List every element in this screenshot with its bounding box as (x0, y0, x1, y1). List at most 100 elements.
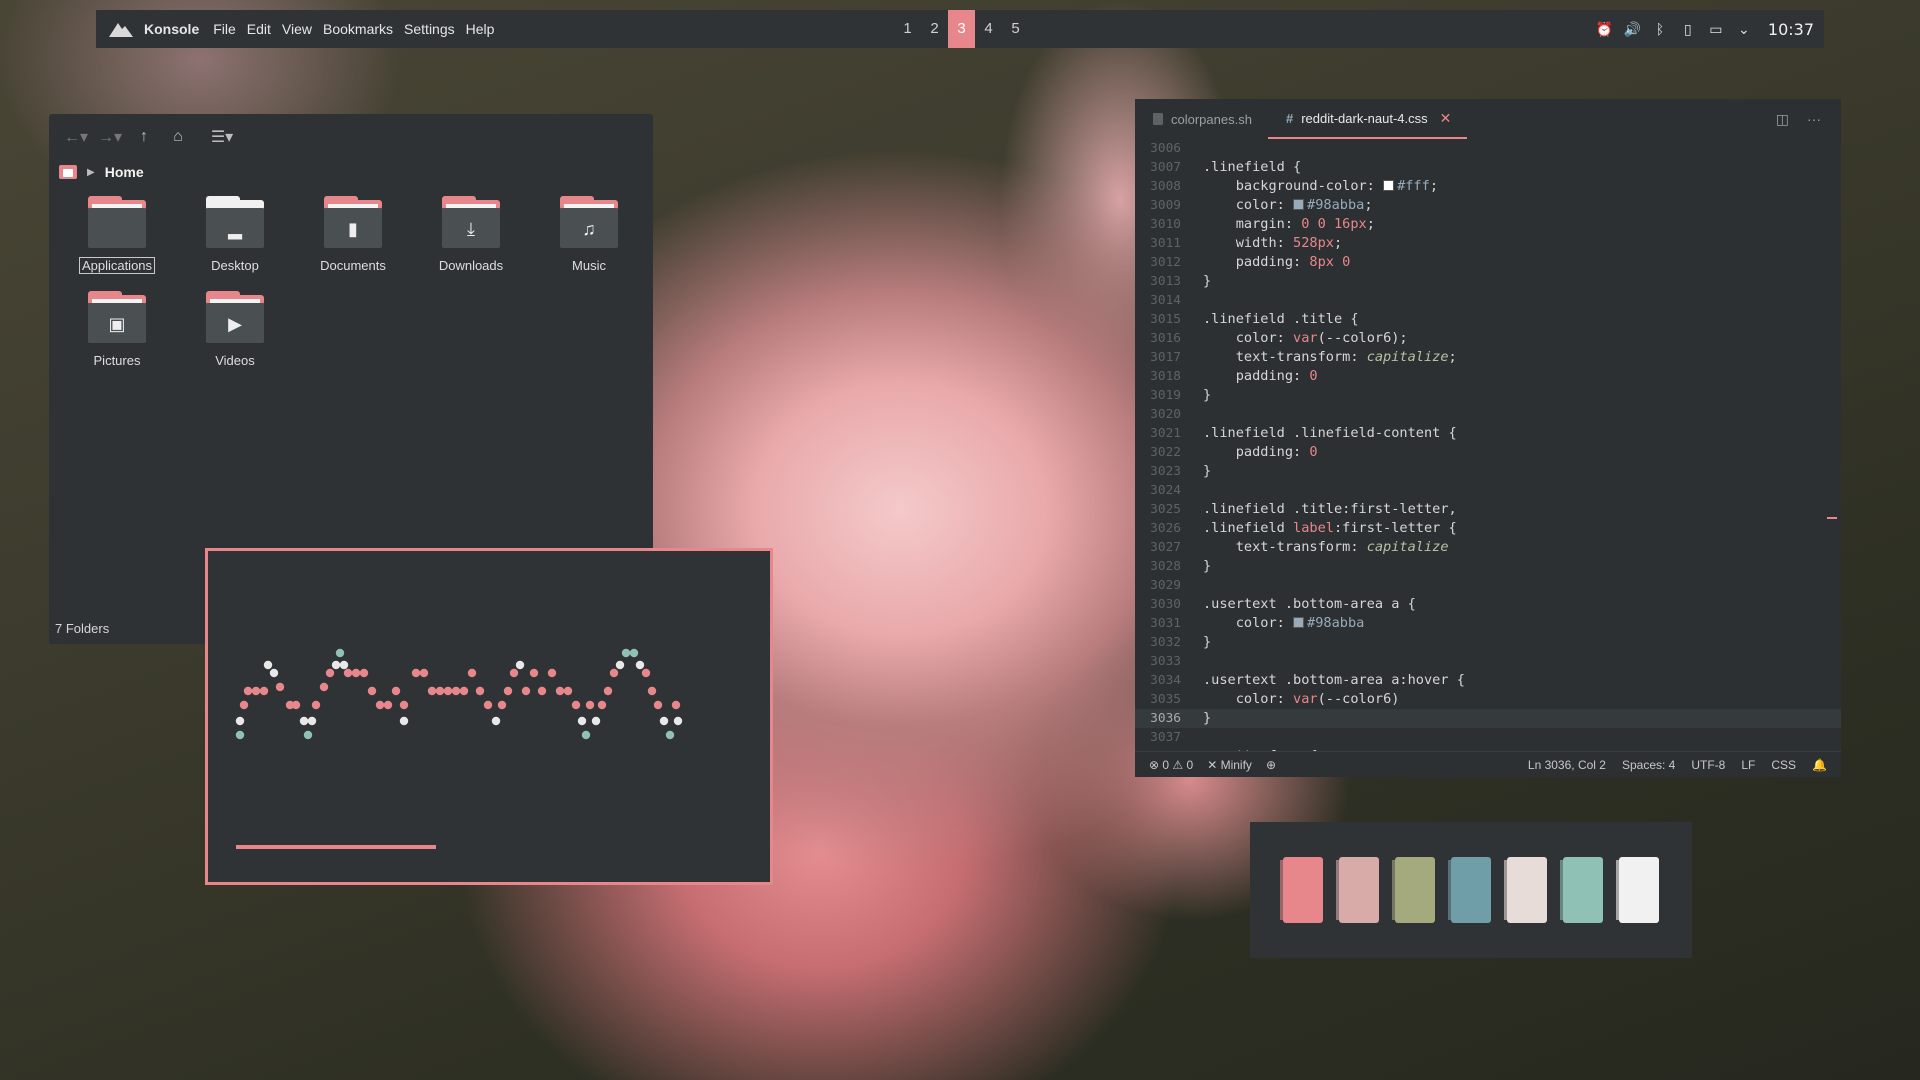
code-line[interactable]: 3024 (1135, 481, 1841, 500)
code-line[interactable]: 3031 color: #98abba (1135, 614, 1841, 633)
view-mode-icon[interactable]: ☰▾ (209, 127, 235, 147)
language-mode[interactable]: CSS (1771, 758, 1796, 772)
launcher-icon[interactable] (108, 19, 134, 39)
line-content: } (1203, 558, 1212, 574)
art-dot (411, 668, 421, 678)
code-line[interactable]: 3027 text-transform: capitalize (1135, 538, 1841, 557)
breadcrumb-home[interactable]: Home (105, 164, 144, 180)
tab-colorpanes[interactable]: colorpanes.sh (1135, 99, 1268, 139)
code-line[interactable]: 3037 (1135, 728, 1841, 747)
display-icon[interactable]: ▭ (1708, 21, 1724, 37)
code-line[interactable]: 3009 color: #98abba; (1135, 196, 1841, 215)
code-line[interactable]: 3011 width: 528px; (1135, 234, 1841, 253)
line-number: 3012 (1150, 255, 1181, 270)
clock[interactable]: 10:37 (1768, 20, 1814, 39)
code-line[interactable]: 3022 padding: 0 (1135, 443, 1841, 462)
notification-bell-icon[interactable]: 🔔 (1812, 758, 1827, 772)
code-line[interactable]: 3017 text-transform: capitalize; (1135, 348, 1841, 367)
home-icon[interactable]: ⌂ (165, 128, 191, 146)
bluetooth-icon[interactable]: ᛒ (1652, 21, 1668, 37)
code-line[interactable]: 3008 background-color: #fff; (1135, 177, 1841, 196)
code-line[interactable]: 3030 .usertext .bottom-area a { (1135, 595, 1841, 614)
code-line[interactable]: 3016 color: var(--color6); (1135, 329, 1841, 348)
line-content: text-transform: capitalize; (1203, 349, 1457, 365)
indentation[interactable]: Spaces: 4 (1622, 758, 1675, 772)
terminal-color-art (235, 648, 683, 849)
code-line[interactable]: 3014 (1135, 291, 1841, 310)
alarm-icon[interactable]: ⏰ (1596, 21, 1613, 37)
split-editor-icon[interactable]: ◫ (1776, 111, 1789, 128)
code-line[interactable]: 3023} (1135, 462, 1841, 481)
art-dot (243, 686, 253, 696)
back-icon[interactable]: ←▾ (63, 127, 89, 147)
code-line[interactable]: 3034 .usertext .bottom-area a:hover { (1135, 671, 1841, 690)
code-line[interactable]: 3007 .linefield { (1135, 158, 1841, 177)
encoding[interactable]: UTF-8 (1691, 758, 1725, 772)
code-line[interactable]: 3015 .linefield .title { (1135, 310, 1841, 329)
minify-button[interactable]: ✕ Minify (1207, 758, 1252, 772)
forward-icon[interactable]: →▾ (97, 127, 123, 147)
folder-pictures[interactable]: ▣ Pictures (62, 291, 172, 368)
code-line[interactable]: 3019} (1135, 386, 1841, 405)
code-line[interactable]: 3018 padding: 0 (1135, 367, 1841, 386)
problems-indicator[interactable]: ⊗ 0 ⚠ 0 (1149, 758, 1193, 772)
art-dot (435, 686, 445, 696)
art-dot (275, 682, 285, 692)
art-dot (263, 660, 273, 670)
menu-help[interactable]: Help (466, 21, 495, 37)
home-folder-icon[interactable] (59, 165, 77, 179)
menu-settings[interactable]: Settings (404, 21, 455, 37)
close-icon[interactable]: ✕ (1440, 110, 1452, 127)
pictures-folder-icon: ▣ (88, 291, 146, 343)
line-number: 3017 (1150, 350, 1181, 365)
usb-icon[interactable]: ▯ (1680, 21, 1696, 37)
art-dot (665, 730, 675, 740)
line-content: color: var(--color6); (1203, 330, 1408, 346)
workspace-1[interactable]: 1 (894, 10, 921, 48)
art-dot (641, 668, 651, 678)
line-content: } (1203, 387, 1212, 403)
folder-music[interactable]: ♫ Music (534, 196, 644, 273)
code-line[interactable]: 3033 (1135, 652, 1841, 671)
code-line[interactable]: 3029 (1135, 576, 1841, 595)
folder-downloads[interactable]: ⤓ Downloads (416, 196, 526, 273)
terminal-window[interactable] (205, 548, 773, 885)
code-line[interactable]: 3026 .linefield label:first-letter { (1135, 519, 1841, 538)
code-line[interactable]: 3006 (1135, 139, 1841, 158)
art-dot (563, 686, 573, 696)
code-line[interactable]: 3012 padding: 8px 0 (1135, 253, 1841, 272)
code-area[interactable]: 3006 3007 .linefield {3008 background-colo… (1135, 139, 1841, 751)
cursor-position[interactable]: Ln 3036, Col 2 (1528, 758, 1606, 772)
code-line[interactable]: 3032} (1135, 633, 1841, 652)
code-line[interactable]: 3036} (1135, 709, 1841, 728)
folder-videos[interactable]: ▶ Videos (180, 291, 290, 368)
art-dot (359, 668, 369, 678)
chevron-down-icon[interactable]: ⌄ (1736, 21, 1752, 37)
folder-applications[interactable]: Applications (62, 196, 172, 274)
globe-icon[interactable]: ⊕ (1266, 758, 1276, 772)
up-icon[interactable]: ↑ (131, 128, 157, 146)
code-line[interactable]: 3013} (1135, 272, 1841, 291)
code-line[interactable]: 3021 .linefield .linefield-content { (1135, 424, 1841, 443)
workspace-4[interactable]: 4 (975, 10, 1002, 48)
code-line[interactable]: 3020 (1135, 405, 1841, 424)
more-actions-icon[interactable]: ··· (1807, 111, 1821, 128)
line-number: 3025 (1150, 502, 1181, 517)
code-line[interactable]: 3025 .linefield .title:first-letter, (1135, 500, 1841, 519)
code-line[interactable]: 3035 color: var(--color6) (1135, 690, 1841, 709)
volume-icon[interactable]: 🔊 (1624, 21, 1641, 37)
tab-reddit-css[interactable]: # reddit-dark-naut-4.css ✕ (1267, 99, 1468, 139)
menu-bookmarks[interactable]: Bookmarks (323, 21, 393, 37)
menu-file[interactable]: File (213, 21, 236, 37)
menu-edit[interactable]: Edit (247, 21, 271, 37)
code-line[interactable]: 3010 margin: 0 0 16px; (1135, 215, 1841, 234)
workspace-5[interactable]: 5 (1002, 10, 1029, 48)
line-ending[interactable]: LF (1741, 758, 1755, 772)
menu-view[interactable]: View (282, 21, 312, 37)
line-number: 3013 (1150, 274, 1181, 289)
code-line[interactable]: 3028} (1135, 557, 1841, 576)
folder-desktop[interactable]: ▂ Desktop (180, 196, 290, 273)
workspace-2[interactable]: 2 (921, 10, 948, 48)
folder-documents[interactable]: ▮ Documents (298, 196, 408, 273)
workspace-3[interactable]: 3 (948, 10, 975, 48)
